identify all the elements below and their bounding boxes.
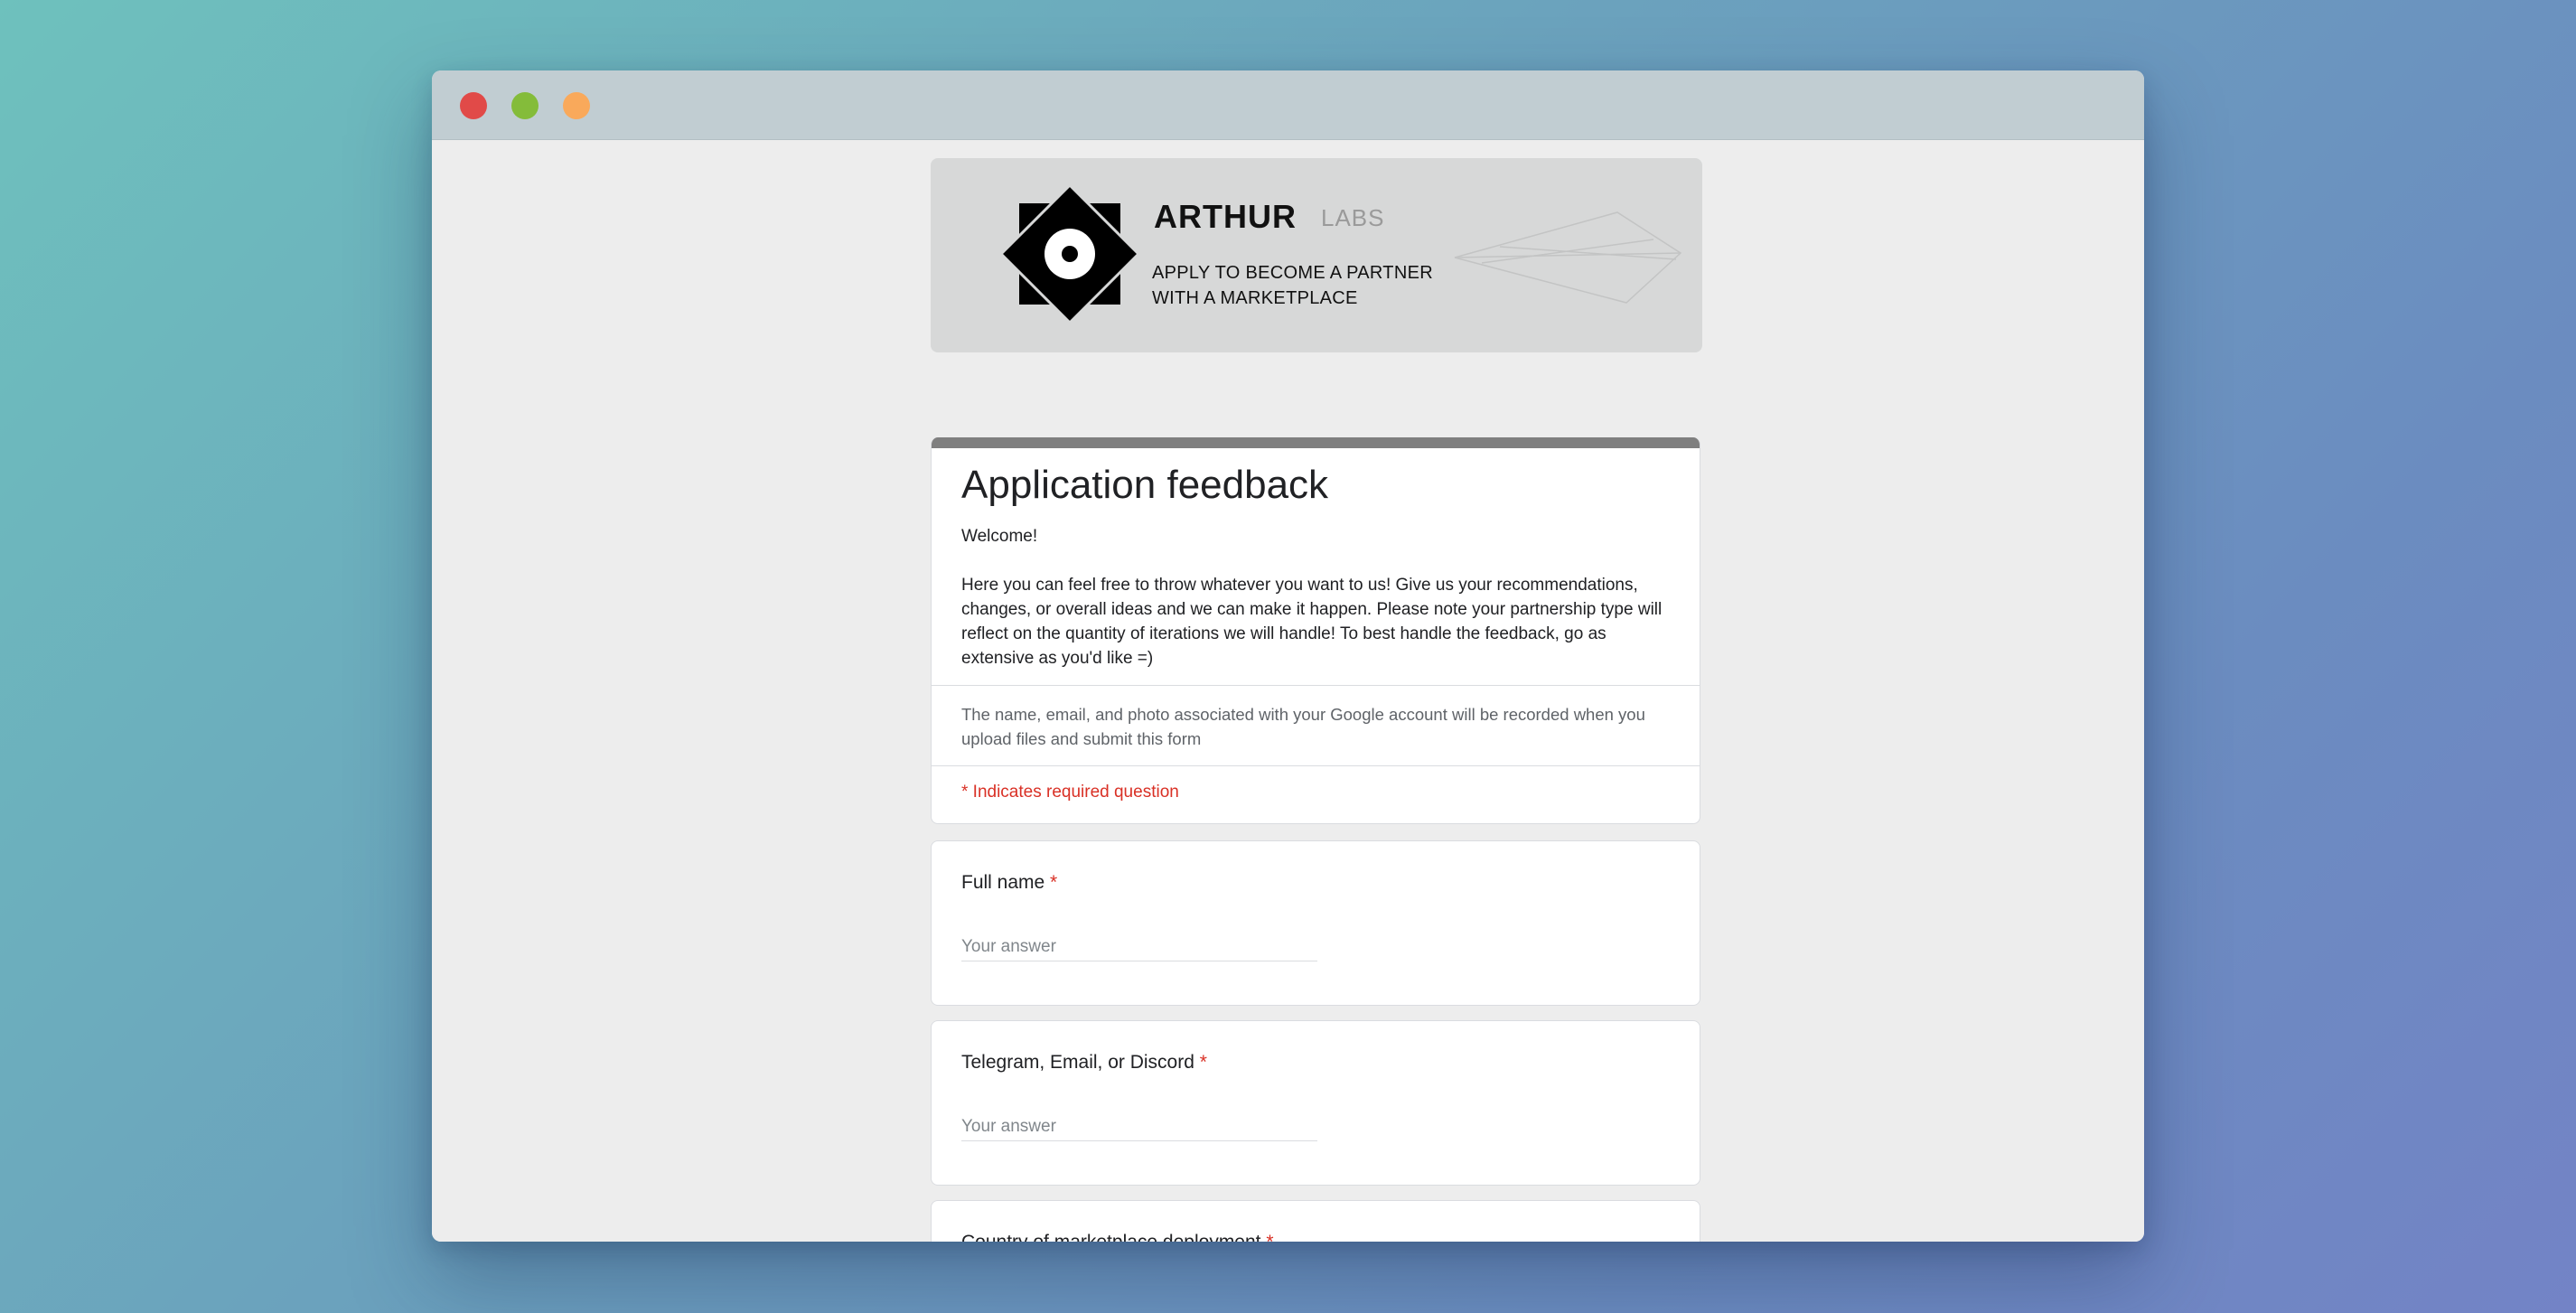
required-asterisk: * [1050, 872, 1058, 893]
question-card-contact: Telegram, Email, or Discord * [931, 1020, 1700, 1186]
contact-input[interactable] [961, 1113, 1317, 1141]
full-name-input[interactable] [961, 933, 1317, 961]
question-label: Full name * [961, 872, 1057, 894]
brand-sub: LABS [1321, 204, 1385, 231]
question-card-full-name: Full name * [931, 840, 1700, 1006]
page-viewport[interactable]: ARTHUR LABS APPLY TO BECOME A PARTNER WI… [432, 140, 2144, 1242]
form-title: Application feedback [961, 463, 1329, 507]
account-recording-note: The name, email, and photo associated wi… [961, 705, 1645, 748]
close-window-button[interactable] [460, 92, 487, 119]
maximize-window-button[interactable] [563, 92, 590, 119]
form-description-text: Here you can feel free to throw whatever… [961, 576, 1663, 668]
header-divider [932, 765, 1700, 766]
question-title: Telegram, Email, or Discord [961, 1052, 1194, 1073]
question-title: Full name [961, 872, 1045, 893]
question-title: Country of marketplace deployment [961, 1232, 1261, 1242]
form-description: Welcome! Here you can feel free to throw… [961, 524, 1675, 671]
arthur-labs-logo-icon [1001, 185, 1138, 323]
header-divider [932, 685, 1700, 686]
question-card-country: Country of marketplace deployment * [931, 1200, 1700, 1242]
browser-window: ARTHUR LABS APPLY TO BECOME A PARTNER WI… [432, 70, 2144, 1242]
tagline-line-2: WITH A MARKETPLACE [1152, 288, 1358, 308]
required-asterisk: * [1199, 1052, 1207, 1073]
tagline-line-1: APPLY TO BECOME A PARTNER [1152, 263, 1433, 283]
header-accent-strip [932, 437, 1700, 448]
form-banner: ARTHUR LABS APPLY TO BECOME A PARTNER WI… [931, 158, 1702, 352]
form-welcome: Welcome! [961, 527, 1038, 546]
brand-name: ARTHUR [1154, 198, 1297, 235]
question-label: Country of marketplace deployment * [961, 1232, 1274, 1242]
banner-tagline: APPLY TO BECOME A PARTNER WITH A MARKETP… [1152, 260, 1433, 311]
question-label: Telegram, Email, or Discord * [961, 1052, 1207, 1074]
form-header-card: Application feedback Welcome! Here you c… [931, 437, 1700, 824]
required-asterisk: * [1266, 1232, 1273, 1242]
minimize-window-button[interactable] [511, 92, 539, 119]
required-question-note: * Indicates required question [961, 783, 1179, 802]
decorative-line-art-icon [1454, 211, 1682, 304]
window-titlebar [432, 70, 2144, 140]
